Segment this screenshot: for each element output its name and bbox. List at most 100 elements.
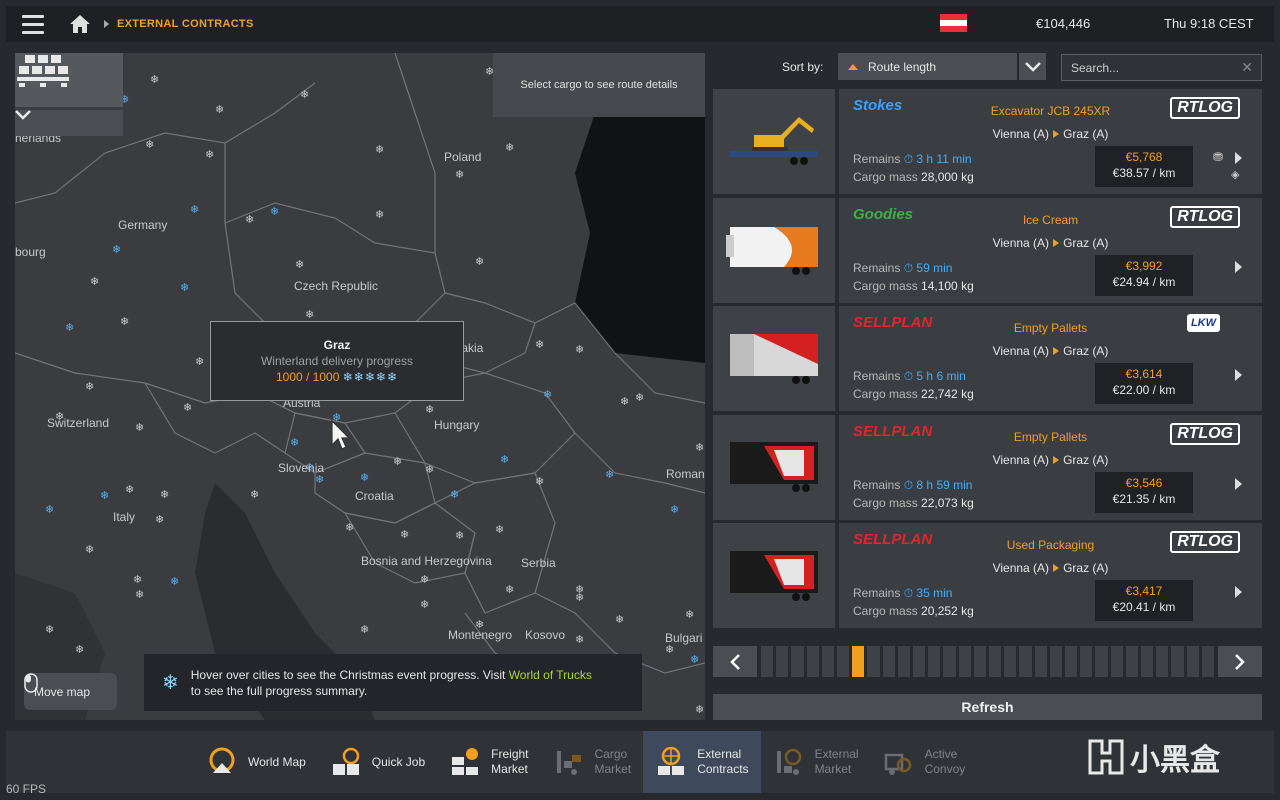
page-dot[interactable] [1125,646,1139,677]
tab-label-2: Contracts [697,762,749,776]
page-dot[interactable] [1141,646,1154,677]
chevron-right-icon[interactable] [1235,152,1242,164]
chevron-right-icon[interactable] [1235,369,1242,381]
job-row[interactable]: SELLPLAN Used Packaging Vienna (A) Graz (… [713,523,1262,628]
page-dot[interactable] [1110,646,1123,677]
page-dot[interactable] [1156,646,1169,677]
page-dot[interactable] [776,646,789,677]
route-arrow-icon [1053,564,1060,572]
world-of-trucks-link[interactable]: World of Trucks [509,668,592,682]
page-dot[interactable] [791,646,804,677]
page-dot[interactable] [1004,646,1017,677]
trailer-thumbnail [713,523,835,628]
page-dot[interactable] [867,646,880,677]
chevron-left-icon [730,653,740,670]
fps-counter: 60 FPS [6,782,47,796]
tab-quick-job[interactable]: Quick Job [318,731,437,793]
svg-text:❄: ❄ [160,488,169,501]
tab-freight-market[interactable]: Freight Market [437,731,540,793]
svg-text:❄: ❄ [135,588,144,601]
filter-expand-button[interactable] [15,110,123,136]
next-page-button[interactable] [1218,646,1262,677]
game-clock: Thu 9:18 CEST [1164,16,1254,31]
page-dot[interactable] [928,646,941,677]
remains-value: 5 h 6 min [916,369,966,383]
tab-cargo-market[interactable]: Cargo Market [541,731,644,793]
job-row[interactable]: Stokes Excavator JCB 245XR Vienna (A) Gra… [713,89,1262,194]
chevron-right-icon[interactable] [1235,477,1242,490]
cargo-filter-button[interactable] [15,53,123,107]
mass-value: 14,100 kg [921,278,974,293]
page-dot[interactable] [913,646,926,677]
page-dot[interactable] [943,646,956,677]
page-dot[interactable] [837,646,850,677]
page-dot[interactable] [821,646,835,677]
svg-text:❄: ❄ [635,391,644,404]
page-dot[interactable] [761,646,774,677]
job-info: SELLPLAN Empty Pallets Vienna (A) Graz (A… [839,306,1262,411]
svg-text:❄: ❄ [535,475,544,488]
payment-per-km: €22.00 / km [1112,383,1176,397]
page-dot[interactable] [1049,646,1063,677]
page-dot[interactable] [1034,646,1047,677]
mass-value: 20,252 kg [921,604,974,618]
chevron-right-icon[interactable] [1235,260,1242,273]
home-icon[interactable] [68,12,92,36]
page-dot[interactable] [852,646,865,677]
page-dot[interactable] [882,646,895,677]
page-dot[interactable] [1171,646,1184,677]
breadcrumb[interactable]: EXTERNAL CONTRACTS [117,18,254,30]
company-logo: RTLOG [1170,531,1240,553]
tab-label: Active [924,747,958,761]
payment-per-km: €24.94 / km [1112,274,1176,289]
job-info: Goodies Ice Cream Vienna (A) Graz (A) RTL… [839,197,1262,303]
page-dot[interactable] [1095,646,1108,677]
job-route: Vienna (A) Graz (A) [839,453,1262,467]
page-dot[interactable] [1019,646,1032,677]
payment-box: €3,417 €20.41 / km [1095,580,1193,621]
sort-select[interactable]: Route length [838,53,1017,80]
search-input[interactable]: Search... ✕ [1061,54,1262,81]
company-logo: RTLOG [1170,97,1240,119]
page-indicator [757,646,1218,677]
job-route: Vienna (A) Graz (A) [839,344,1262,358]
route-arrow-icon [1053,455,1060,464]
tab-world-map[interactable]: World Map [194,731,318,793]
tab-label-2: Market [491,762,528,776]
page-dot[interactable] [989,646,1002,677]
trailer-thumbnail [713,306,835,411]
tab-active-convoy[interactable]: Active Convoy [871,731,978,793]
page-dot[interactable] [1201,646,1215,677]
page-dot[interactable] [973,646,987,677]
quick-job-icon [330,746,362,778]
svg-text:❄: ❄ [475,255,484,268]
svg-text:❄: ❄ [420,598,429,611]
route-to: Graz (A) [1063,344,1109,358]
job-row[interactable]: SELLPLAN Empty Pallets Vienna (A) Graz (A… [713,414,1262,520]
page-dot[interactable] [1065,646,1078,677]
svg-text:❄: ❄ [420,573,429,586]
page-dot[interactable] [1080,646,1093,677]
refresh-button[interactable]: Refresh [713,694,1262,720]
chevron-right-icon[interactable] [1235,586,1242,598]
tab-external-contracts[interactable]: External Contracts [643,731,761,793]
sort-direction-icon[interactable] [848,63,858,70]
curtain-trailer-icon [730,550,818,601]
page-dot[interactable] [1186,646,1199,677]
prev-page-button[interactable] [713,646,757,677]
page-dot[interactable] [806,646,819,677]
payment-total: €3,992 [1125,258,1163,273]
svg-text:❄: ❄ [135,421,144,434]
page-dot[interactable] [958,646,971,677]
clear-search-icon[interactable]: ✕ [1241,59,1253,76]
job-row[interactable]: SELLPLAN Empty Pallets Vienna (A) Graz (A… [713,306,1262,411]
job-info: Stokes Excavator JCB 245XR Vienna (A) Gra… [839,89,1262,194]
sort-dropdown-button[interactable] [1019,53,1046,80]
page-dot[interactable] [897,646,911,677]
trailer-thumbnail [713,89,835,194]
job-row[interactable]: Goodies Ice Cream Vienna (A) Graz (A) RTL… [713,197,1262,303]
cargo-mass: Cargo mass 14,100 kg [853,279,974,293]
world-map[interactable]: ❄ ❄ ❄ ❄ ❄ ❄ ❄ ❄ ❄ ❄ ❄ ❄ ❄ ❄ ❄ ❄ ❄ ❄ ❄ ❄ ❄ ❄ ❄ ❄ ❄ ❄ ❄ ❄ ❄ ❄ ❄ ❄ … [15,53,705,720]
tab-external-market[interactable]: External Market [761,731,871,793]
menu-icon[interactable] [22,6,58,42]
